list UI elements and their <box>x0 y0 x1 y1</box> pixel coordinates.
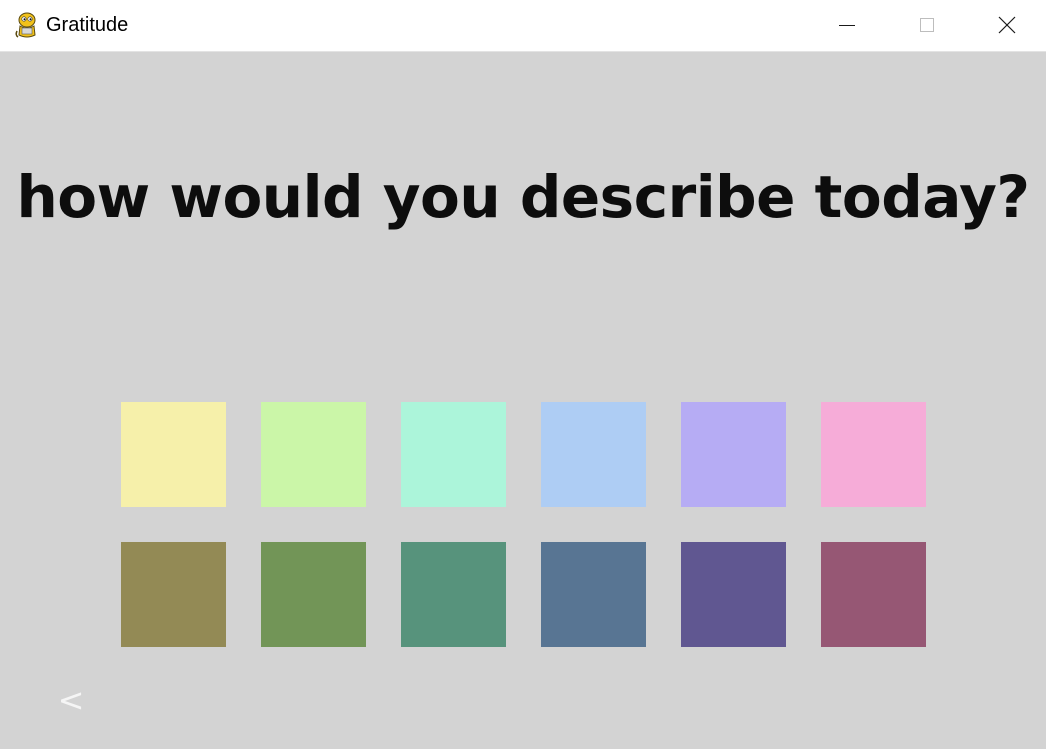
swatch-dark-blue[interactable] <box>541 542 646 647</box>
window-title: Gratitude <box>46 14 129 36</box>
close-icon <box>998 16 1016 34</box>
maximize-icon <box>920 18 934 32</box>
swatch-light-blue[interactable] <box>541 402 646 507</box>
minimize-button[interactable] <box>807 0 887 50</box>
question-heading: how would you describe today? <box>16 163 1030 231</box>
title-bar[interactable]: Gratitude <box>0 0 1046 52</box>
app-window: Gratitude how would you describe today? … <box>0 0 1046 749</box>
swatch-light-yellow[interactable] <box>121 402 226 507</box>
python-snake-icon <box>15 12 36 38</box>
swatch-light-purple[interactable] <box>681 402 786 507</box>
swatch-dark-olive[interactable] <box>121 542 226 647</box>
minimize-icon <box>839 24 855 26</box>
maximize-button[interactable] <box>887 0 967 50</box>
back-button[interactable]: < <box>56 680 86 720</box>
swatch-light-pink[interactable] <box>821 402 926 507</box>
swatch-light-teal[interactable] <box>401 402 506 507</box>
swatch-dark-green[interactable] <box>261 542 366 647</box>
close-button[interactable] <box>968 0 1046 50</box>
main-canvas: how would you describe today? < <box>0 52 1046 749</box>
swatch-light-green[interactable] <box>261 402 366 507</box>
swatch-dark-mauve[interactable] <box>821 542 926 647</box>
swatch-dark-purple[interactable] <box>681 542 786 647</box>
swatch-dark-teal[interactable] <box>401 542 506 647</box>
